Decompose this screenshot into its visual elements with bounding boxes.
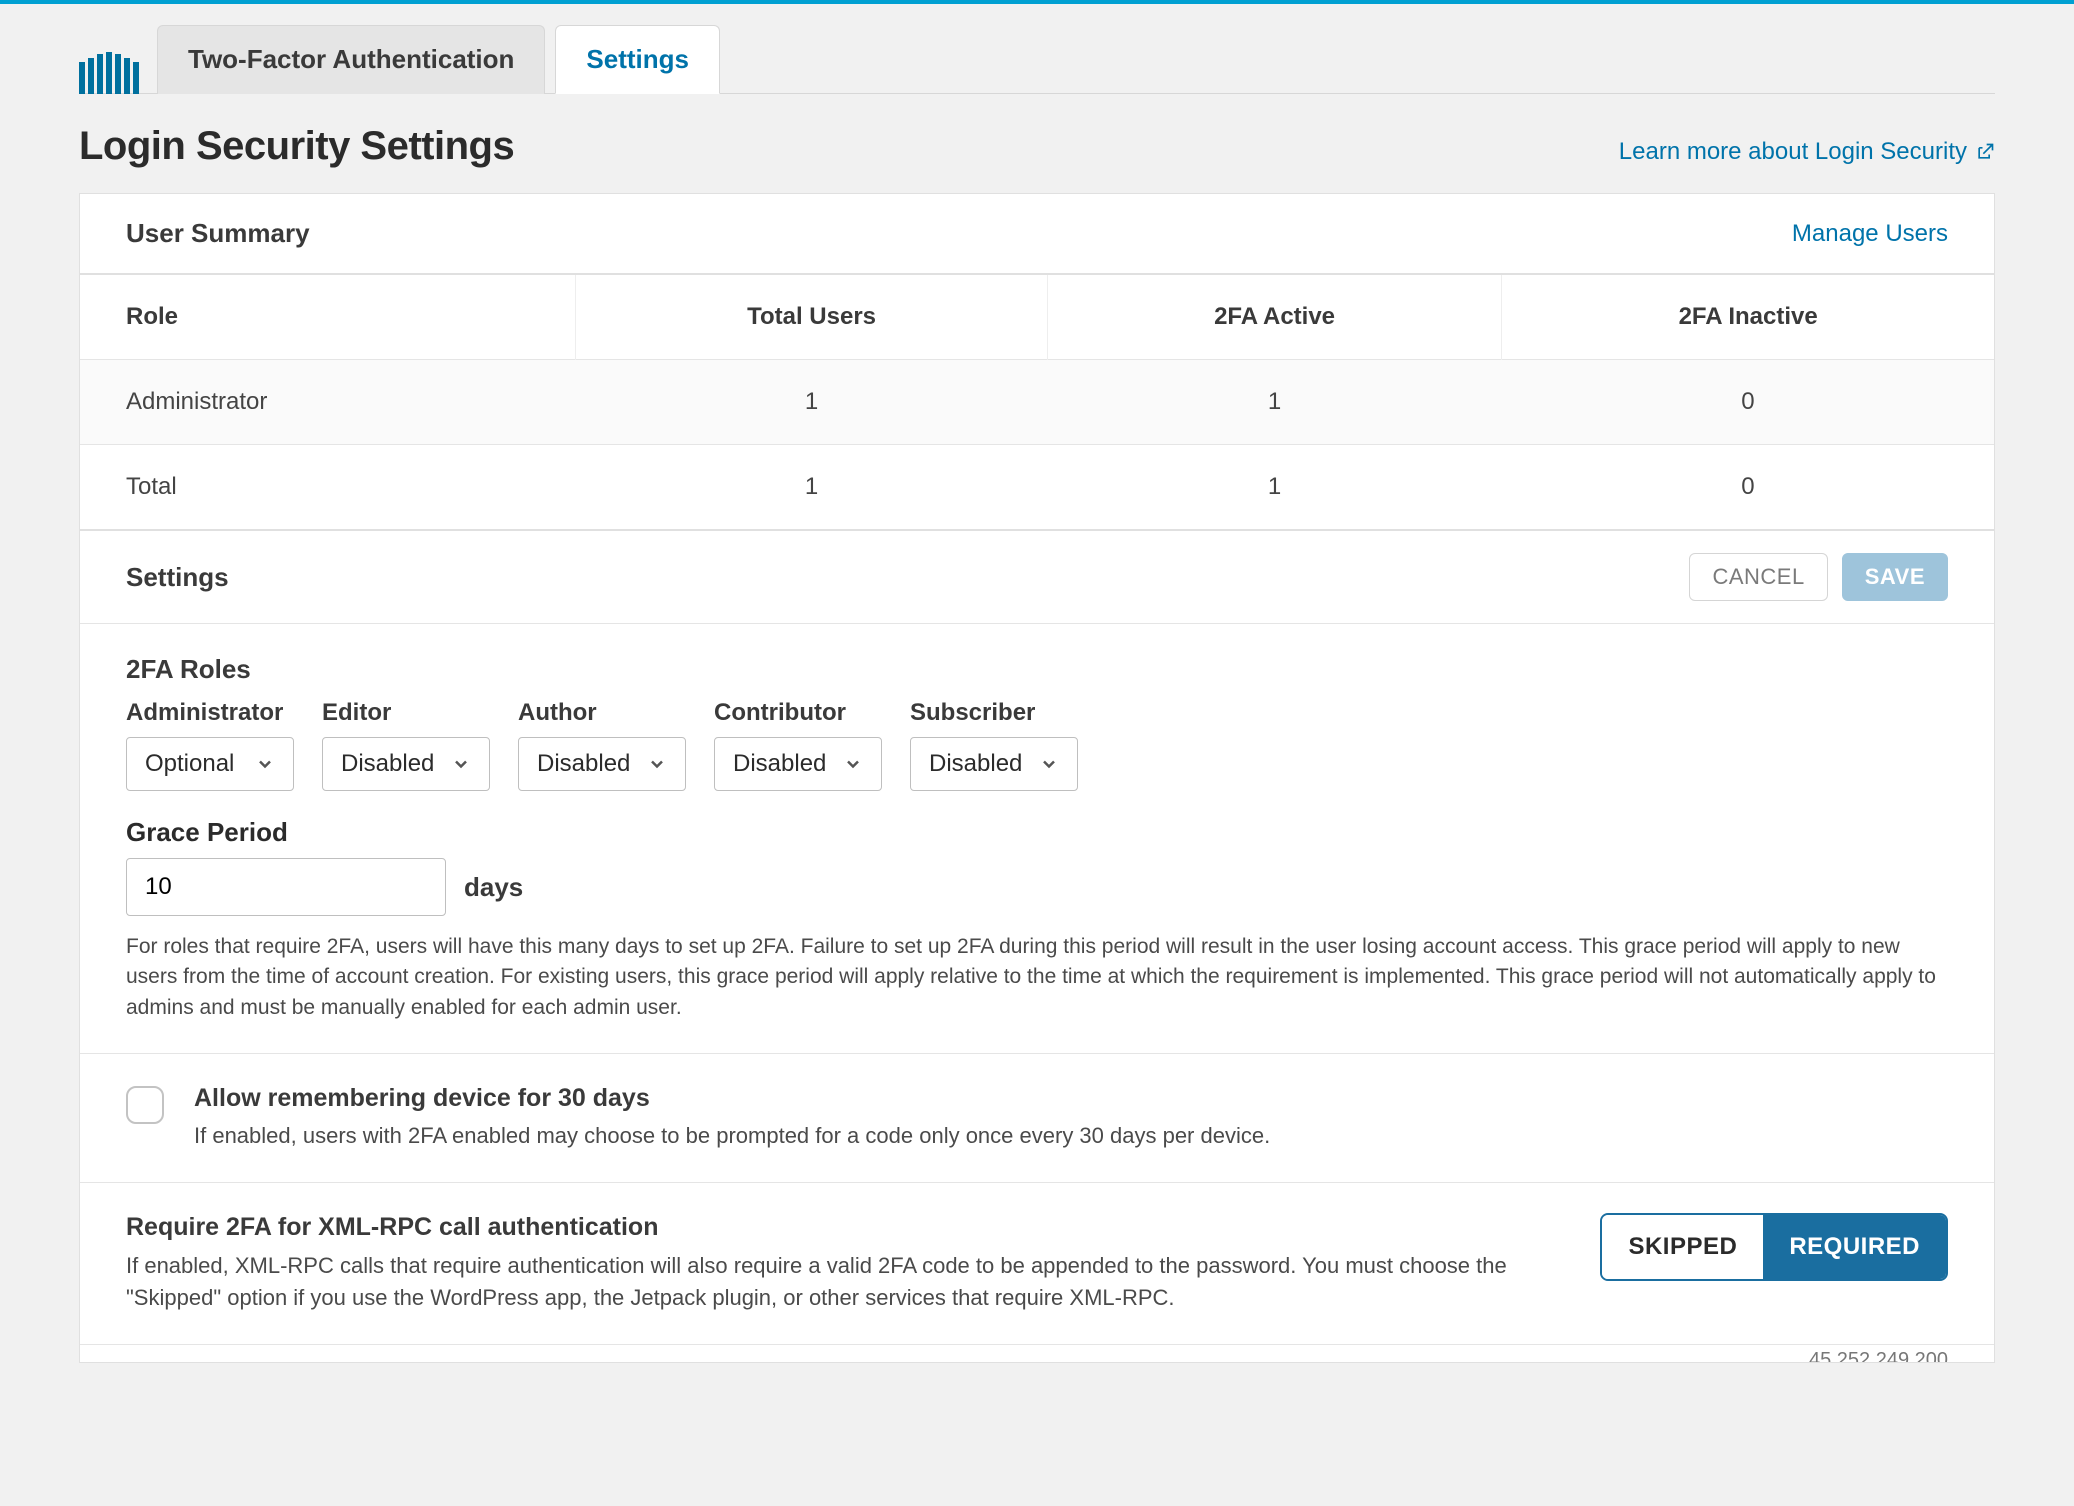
chevron-down-icon: [1039, 754, 1059, 774]
role-select-author[interactable]: Disabled: [518, 737, 686, 791]
role-select-administrator[interactable]: Optional: [126, 737, 294, 791]
tab-two-factor-authentication[interactable]: Two-Factor Authentication: [157, 25, 545, 94]
cancel-button[interactable]: CANCEL: [1689, 553, 1827, 601]
xmlrpc-title: Require 2FA for XML-RPC call authenticat…: [126, 1213, 1560, 1242]
2fa-roles-title: 2FA Roles: [126, 654, 1948, 685]
grace-period-input[interactable]: [126, 858, 446, 916]
chevron-down-icon: [255, 754, 275, 774]
role-label-contributor: Contributor: [714, 699, 882, 727]
col-2fa-active: 2FA Active: [1047, 274, 1502, 360]
role-select-subscriber[interactable]: Disabled: [910, 737, 1078, 791]
col-role: Role: [80, 274, 576, 360]
role-label-author: Author: [518, 699, 686, 727]
user-summary-title: User Summary: [126, 218, 310, 249]
col-total-users: Total Users: [576, 274, 1048, 360]
settings-title: Settings: [126, 562, 229, 593]
grace-period-label: Grace Period: [126, 817, 1948, 848]
col-2fa-inactive: 2FA Inactive: [1502, 274, 1994, 360]
xmlrpc-description: If enabled, XML-RPC calls that require a…: [126, 1250, 1560, 1314]
footer-ip-text: 45 252 249 200: [80, 1344, 1994, 1362]
grace-period-description: For roles that require 2FA, users will h…: [126, 932, 1948, 1023]
tab-settings[interactable]: Settings: [555, 25, 720, 94]
wordfence-logo-icon: [79, 52, 139, 94]
role-select-contributor[interactable]: Disabled: [714, 737, 882, 791]
save-button[interactable]: SAVE: [1842, 553, 1948, 601]
remember-device-title: Allow remembering device for 30 days: [194, 1084, 1270, 1113]
remember-device-description: If enabled, users with 2FA enabled may c…: [194, 1121, 1270, 1152]
xmlrpc-required-button[interactable]: REQUIRED: [1763, 1215, 1946, 1279]
role-select-editor[interactable]: Disabled: [322, 737, 490, 791]
learn-more-link[interactable]: Learn more about Login Security: [1619, 138, 1995, 166]
role-label-editor: Editor: [322, 699, 490, 727]
user-summary-table: Role Total Users 2FA Active 2FA Inactive…: [80, 273, 1994, 529]
xmlrpc-toggle: SKIPPED REQUIRED: [1600, 1213, 1948, 1281]
grace-period-unit: days: [464, 872, 523, 903]
manage-users-link[interactable]: Manage Users: [1792, 220, 1948, 248]
remember-device-checkbox[interactable]: [126, 1086, 164, 1124]
chevron-down-icon: [647, 754, 667, 774]
page-title: Login Security Settings: [79, 124, 514, 169]
external-link-icon: [1975, 142, 1995, 162]
role-label-subscriber: Subscriber: [910, 699, 1078, 727]
table-row: Administrator 1 1 0: [80, 360, 1994, 445]
table-row: Total 1 1 0: [80, 445, 1994, 530]
xmlrpc-skipped-button[interactable]: SKIPPED: [1602, 1215, 1763, 1279]
chevron-down-icon: [451, 754, 471, 774]
role-label-administrator: Administrator: [126, 699, 294, 727]
chevron-down-icon: [843, 754, 863, 774]
